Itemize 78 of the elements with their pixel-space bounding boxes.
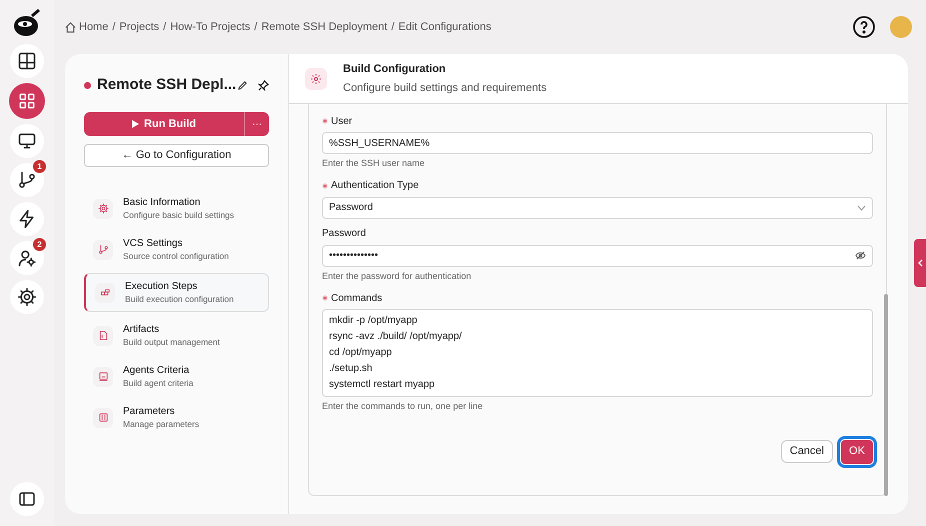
section-subtitle: Build execution configuration bbox=[125, 293, 234, 305]
field-label: Authentication Type bbox=[331, 179, 419, 193]
layout-icon bbox=[17, 51, 37, 71]
panel-icon bbox=[98, 371, 108, 382]
required-asterisk-icon bbox=[322, 118, 328, 124]
blocks-icon bbox=[100, 287, 110, 298]
pin-icon[interactable] bbox=[258, 80, 269, 90]
run-build-button[interactable]: Run Build bbox=[84, 112, 244, 136]
chevron-down-icon bbox=[857, 204, 866, 210]
rail-item[interactable] bbox=[10, 124, 44, 158]
rail-item[interactable] bbox=[10, 44, 44, 78]
breadcrumb-separator: / bbox=[391, 20, 394, 35]
breadcrumb-separator: / bbox=[112, 20, 116, 35]
notification-badge: 2 bbox=[33, 238, 46, 251]
project-title: Remote SSH Depl... bbox=[97, 74, 236, 95]
section-subtitle: Manage parameters bbox=[123, 418, 200, 430]
section-subtitle: Build agent criteria bbox=[123, 377, 194, 389]
section-nav-item[interactable]: VCS Settings Source control configuration bbox=[84, 232, 269, 267]
user-gear-icon bbox=[17, 248, 37, 268]
password-field[interactable]: •••••••••••••• bbox=[322, 244, 873, 266]
go-to-configuration-button[interactable]: ← Go to Configuration bbox=[84, 144, 269, 167]
field-label: Password bbox=[322, 227, 366, 241]
breadcrumb-link[interactable]: How-To Projects bbox=[170, 18, 250, 36]
eye-off-icon[interactable] bbox=[855, 251, 866, 260]
select-field[interactable]: Password bbox=[322, 196, 873, 218]
panel-subtitle: Configure build settings and requirements bbox=[343, 81, 547, 96]
breadcrumb-link[interactable]: Home bbox=[79, 18, 108, 36]
help-text: Enter the SSH user name bbox=[322, 157, 426, 170]
play-icon bbox=[132, 120, 140, 128]
text-field[interactable]: %SSH_USERNAME% bbox=[322, 132, 873, 154]
edit-icon[interactable] bbox=[237, 80, 248, 90]
monitor-icon bbox=[17, 131, 37, 151]
home-icon bbox=[65, 22, 76, 32]
breadcrumb-separator: / bbox=[254, 20, 258, 35]
help-text: Enter the password for authentication bbox=[322, 270, 472, 283]
notification-badge: 1 bbox=[33, 160, 46, 173]
sidebar-toggle-icon bbox=[19, 492, 35, 506]
section-nav-item[interactable]: Execution Steps Build execution configuration bbox=[84, 273, 269, 312]
file-icon bbox=[98, 330, 108, 341]
breadcrumb-link[interactable]: Projects bbox=[119, 18, 160, 36]
breadcrumb-separator: / bbox=[163, 20, 166, 35]
dashboard-icon bbox=[17, 91, 37, 111]
section-subtitle: Configure basic build settings bbox=[123, 209, 234, 221]
rail-item[interactable]: 1 bbox=[10, 163, 44, 197]
more-button[interactable]: ··· bbox=[244, 112, 269, 136]
field-label: User bbox=[331, 114, 352, 128]
rail-item[interactable] bbox=[10, 202, 44, 236]
cancel-button[interactable]: Cancel bbox=[780, 440, 833, 462]
rail-item[interactable]: 2 bbox=[10, 241, 44, 275]
required-asterisk-icon bbox=[322, 295, 328, 301]
field-label: Commands bbox=[331, 292, 382, 306]
section-title: Agents Criteria bbox=[123, 364, 190, 377]
section-title: Basic Information bbox=[123, 196, 202, 209]
help-icon[interactable] bbox=[852, 15, 876, 39]
sliders-icon bbox=[98, 412, 108, 423]
section-title: Execution Steps bbox=[125, 280, 198, 293]
branch-icon bbox=[17, 170, 37, 190]
section-nav-item[interactable]: Basic Information Configure basic build settings bbox=[84, 191, 269, 226]
help-text: Enter the commands to run, one per line bbox=[322, 400, 484, 413]
required-asterisk-icon bbox=[322, 182, 328, 188]
chevron-left-icon bbox=[917, 259, 923, 267]
collapse-tab[interactable] bbox=[914, 239, 926, 287]
section-nav-item[interactable]: Agents Criteria Build agent criteria bbox=[84, 359, 269, 394]
section-nav-item[interactable]: Parameters Manage parameters bbox=[84, 400, 269, 435]
panel-title: Build Configuration bbox=[343, 62, 447, 76]
section-title: Artifacts bbox=[123, 323, 160, 336]
textarea-field[interactable]: mkdir -p /opt/myapp rsync -avz ./build/ /opt/myapp/ cd /opt/myapp ./setup.sh systemctl restart myapp bbox=[322, 309, 873, 397]
breadcrumb-link[interactable]: Remote SSH Deployment bbox=[261, 18, 388, 36]
ok-button[interactable]: OK bbox=[841, 440, 873, 464]
sidebar-toggle-button[interactable] bbox=[10, 482, 44, 516]
section-title: VCS Settings bbox=[123, 237, 184, 250]
branch-icon bbox=[98, 244, 108, 255]
section-title: Parameters bbox=[123, 405, 176, 418]
rail-item[interactable] bbox=[10, 280, 44, 314]
section-subtitle: Source control configuration bbox=[123, 250, 229, 262]
section-subtitle: Build output management bbox=[123, 336, 220, 348]
section-nav-item[interactable]: Artifacts Build output management bbox=[84, 318, 269, 353]
logo-icon bbox=[12, 8, 42, 38]
